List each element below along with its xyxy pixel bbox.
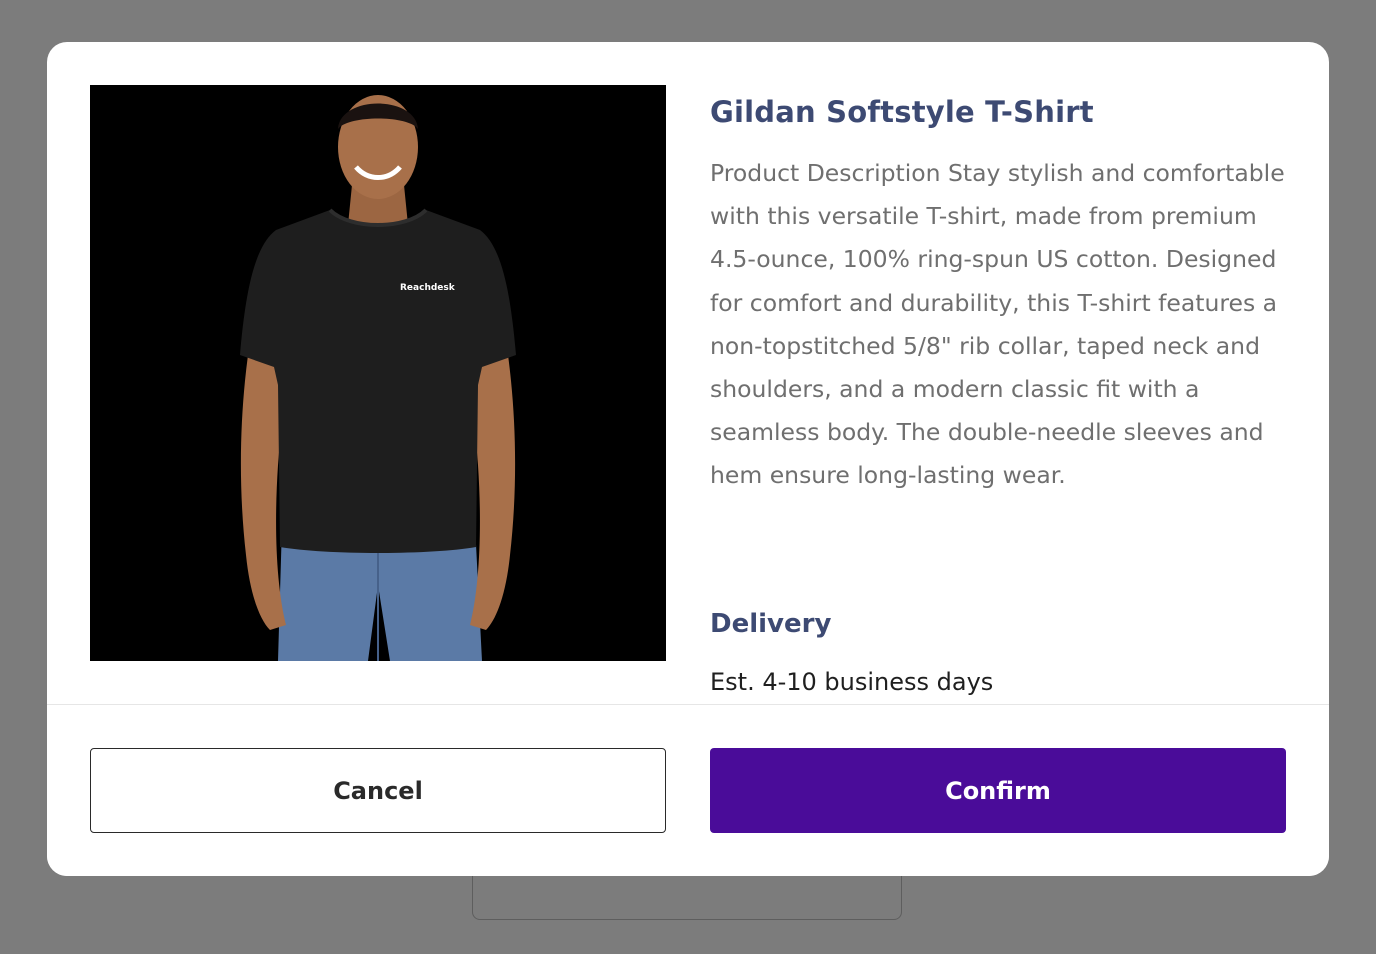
modal-footer: Cancel Confirm <box>47 704 1329 876</box>
delivery-estimate: Est. 4-10 business days <box>710 668 994 696</box>
delivery-heading: Delivery <box>710 609 832 639</box>
confirm-button[interactable]: Confirm <box>710 748 1286 833</box>
shirt-logo: Reachdesk <box>400 283 456 293</box>
product-modal: Reachdesk Gildan Softstyle T-Shirt Produ… <box>47 42 1329 876</box>
product-description: Product Description Stay stylish and com… <box>710 159 1285 490</box>
product-image: Reachdesk <box>90 85 666 661</box>
cancel-button[interactable]: Cancel <box>90 748 666 833</box>
product-title: Gildan Softstyle T-Shirt <box>710 95 1094 129</box>
product-info: Gildan Softstyle T-Shirt Product Descrip… <box>710 92 1290 498</box>
